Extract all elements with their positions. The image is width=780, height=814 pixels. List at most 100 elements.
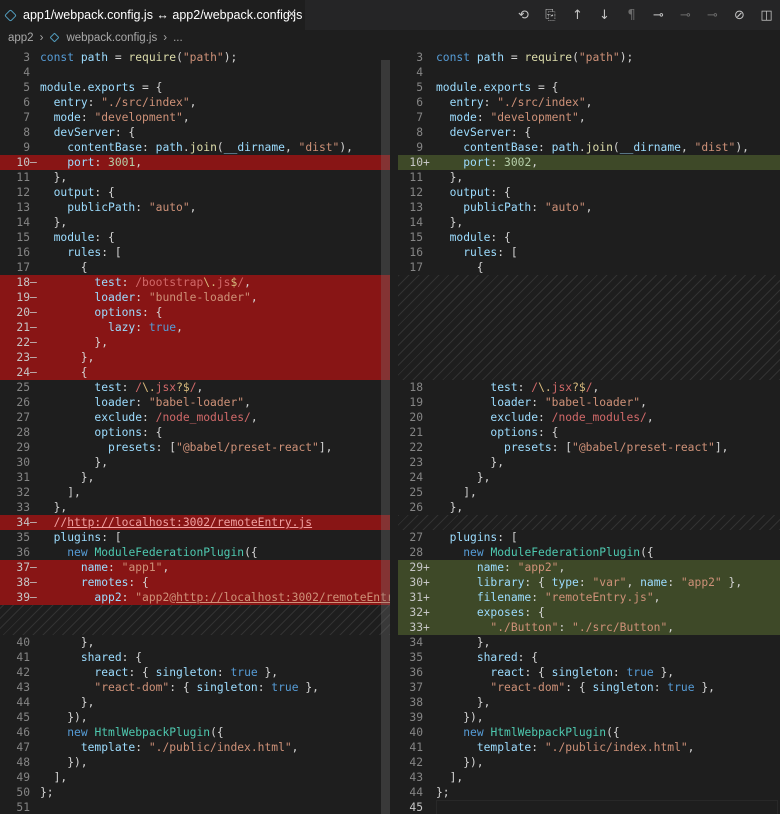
code-line[interactable]: 39 }), bbox=[398, 710, 780, 725]
code-line[interactable]: 49 ], bbox=[0, 770, 390, 785]
code-line[interactable]: 11 }, bbox=[0, 170, 390, 185]
deleted-line[interactable]: 24— { bbox=[0, 365, 390, 380]
split-editor-icon[interactable]: ◫ bbox=[753, 0, 780, 30]
code-line[interactable]: 17 { bbox=[398, 260, 780, 275]
deleted-line[interactable]: 20— options: { bbox=[0, 305, 390, 320]
code-line[interactable]: 38 }, bbox=[398, 695, 780, 710]
code-line[interactable]: 25 ], bbox=[398, 485, 780, 500]
code-line[interactable]: 36 react: { singleton: true }, bbox=[398, 665, 780, 680]
deleted-line[interactable]: 23— }, bbox=[0, 350, 390, 365]
code-line[interactable]: 19 loader: "babel-loader", bbox=[398, 395, 780, 410]
deleted-line[interactable]: 19— loader: "bundle-loader", bbox=[0, 290, 390, 305]
code-line[interactable]: 24 }, bbox=[398, 470, 780, 485]
code-line[interactable]: 46 new HtmlWebpackPlugin({ bbox=[0, 725, 390, 740]
code-line[interactable]: 6 entry: "./src/index", bbox=[398, 95, 780, 110]
code-line[interactable]: 21 options: { bbox=[398, 425, 780, 440]
code-line[interactable]: 12 output: { bbox=[398, 185, 780, 200]
code-line[interactable]: 50}; bbox=[0, 785, 390, 800]
code-line[interactable]: 22 presets: ["@babel/preset-react"], bbox=[398, 440, 780, 455]
added-line[interactable]: 29 + name: "app2", bbox=[398, 560, 780, 575]
code-line[interactable]: 26 loader: "babel-loader", bbox=[0, 395, 390, 410]
code-line[interactable]: 31 }, bbox=[0, 470, 390, 485]
code-line[interactable]: 18 test: /\.jsx?$/, bbox=[398, 380, 780, 395]
open-file-icon[interactable]: ⎘ bbox=[537, 0, 564, 30]
code-line[interactable]: 42 }), bbox=[398, 755, 780, 770]
code-line[interactable]: 41 template: "./public/index.html", bbox=[398, 740, 780, 755]
code-line[interactable]: 44 }, bbox=[0, 695, 390, 710]
deleted-line[interactable]: 21— lazy: true, bbox=[0, 320, 390, 335]
vertical-scrollbar[interactable] bbox=[381, 60, 390, 814]
added-line[interactable]: 30 + library: { type: "var", name: "app2"… bbox=[398, 575, 780, 590]
git-commit-dim-icon[interactable]: ⊸ bbox=[672, 0, 699, 30]
code-line[interactable]: 28 new ModuleFederationPlugin({ bbox=[398, 545, 780, 560]
code-line[interactable]: 40 }, bbox=[0, 635, 390, 650]
code-line[interactable]: 29 presets: ["@babel/preset-react"], bbox=[0, 440, 390, 455]
whitespace-icon[interactable]: ¶ bbox=[618, 0, 645, 30]
added-line[interactable]: 32 + exposes: { bbox=[398, 605, 780, 620]
code-line[interactable]: 4 bbox=[398, 65, 780, 80]
git-compare-icon[interactable]: ⊘ bbox=[726, 0, 753, 30]
code-line[interactable]: 6 entry: "./src/index", bbox=[0, 95, 390, 110]
added-line[interactable]: 31 + filename: "remoteEntry.js", bbox=[398, 590, 780, 605]
added-line[interactable]: 10 + port: 3002, bbox=[398, 155, 780, 170]
code-line[interactable]: 16 rules: [ bbox=[398, 245, 780, 260]
added-line[interactable]: 33 + "./Button": "./src/Button", bbox=[398, 620, 780, 635]
code-line[interactable]: 14 }, bbox=[0, 215, 390, 230]
breadcrumb-folder[interactable]: app2 bbox=[8, 32, 34, 44]
code-line[interactable]: 33 }, bbox=[0, 500, 390, 515]
close-icon[interactable]: × bbox=[286, 7, 297, 22]
code-line[interactable]: 30 }, bbox=[0, 455, 390, 470]
code-line[interactable]: 13 publicPath: "auto", bbox=[398, 200, 780, 215]
code-line[interactable]: 51 bbox=[0, 800, 390, 814]
modified-editor-pane[interactable]: 3 const path = require("path"); 4 5 module.e… bbox=[398, 45, 780, 814]
code-line[interactable]: 27 exclude: /node_modules/, bbox=[0, 410, 390, 425]
breadcrumb-more[interactable]: ... bbox=[173, 32, 183, 44]
code-line[interactable]: 37 "react-dom": { singleton: true }, bbox=[398, 680, 780, 695]
code-line[interactable]: 3 const path = require("path"); bbox=[398, 50, 780, 65]
breadcrumb-file[interactable]: webpack.config.js bbox=[66, 32, 157, 44]
code-line[interactable]: 43 "react-dom": { singleton: true }, bbox=[0, 680, 390, 695]
code-line[interactable]: 7 mode: "development", bbox=[0, 110, 390, 125]
code-line[interactable]: 15 module: { bbox=[398, 230, 780, 245]
code-line[interactable]: 20 exclude: /node_modules/, bbox=[398, 410, 780, 425]
code-line[interactable]: 14 }, bbox=[398, 215, 780, 230]
deleted-line[interactable]: 38— remotes: { bbox=[0, 575, 390, 590]
deleted-line[interactable]: 34— //http://localhost:3002/remoteEntry.… bbox=[0, 515, 390, 530]
code-line[interactable]: 35 plugins: [ bbox=[0, 530, 390, 545]
git-commit-dim2-icon[interactable]: ⊸ bbox=[699, 0, 726, 30]
code-line[interactable]: 11 }, bbox=[398, 170, 780, 185]
code-line[interactable]: 47 template: "./public/index.html", bbox=[0, 740, 390, 755]
code-line[interactable]: 40 new HtmlWebpackPlugin({ bbox=[398, 725, 780, 740]
original-editor-pane[interactable]: 3 const path = require("path"); 4 5 module.e… bbox=[0, 45, 390, 814]
code-line[interactable]: 7 mode: "development", bbox=[398, 110, 780, 125]
code-line[interactable]: 26 }, bbox=[398, 500, 780, 515]
deleted-line[interactable]: 37— name: "app1", bbox=[0, 560, 390, 575]
code-line[interactable]: 48 }), bbox=[0, 755, 390, 770]
code-line[interactable]: 17 { bbox=[0, 260, 390, 275]
code-line[interactable]: 41 shared: { bbox=[0, 650, 390, 665]
tab-diff-editor[interactable]: app1/webpack.config.js ↔ app2/webpack.co… bbox=[0, 0, 305, 30]
deleted-line[interactable]: 10— port: 3001, bbox=[0, 155, 390, 170]
code-line[interactable]: 25 test: /\.jsx?$/, bbox=[0, 380, 390, 395]
code-line[interactable]: 5 module.exports = { bbox=[0, 80, 390, 95]
deleted-line[interactable]: 18— test: /bootstrap\.js$/, bbox=[0, 275, 390, 290]
git-commit-icon[interactable]: ⊸ bbox=[645, 0, 672, 30]
code-line[interactable]: 5 module.exports = { bbox=[398, 80, 780, 95]
code-line[interactable]: 13 publicPath: "auto", bbox=[0, 200, 390, 215]
code-line[interactable]: 43 ], bbox=[398, 770, 780, 785]
code-line[interactable]: 32 ], bbox=[0, 485, 390, 500]
code-line[interactable]: 12 output: { bbox=[0, 185, 390, 200]
code-line[interactable]: 44}; bbox=[398, 785, 780, 800]
next-change-icon[interactable]: ↓ bbox=[591, 0, 618, 30]
code-line[interactable]: 8 devServer: { bbox=[398, 125, 780, 140]
code-line[interactable]: 4 bbox=[0, 65, 390, 80]
code-line[interactable]: 28 options: { bbox=[0, 425, 390, 440]
previous-change-icon[interactable]: ↑ bbox=[564, 0, 591, 30]
code-line[interactable]: 34 }, bbox=[398, 635, 780, 650]
deleted-line[interactable]: 22— }, bbox=[0, 335, 390, 350]
code-line[interactable]: 35 shared: { bbox=[398, 650, 780, 665]
code-line[interactable]: 9 contentBase: path.join(__dirname, "dis… bbox=[398, 140, 780, 155]
history-icon[interactable]: ⟲ bbox=[510, 0, 537, 30]
code-line[interactable]: 45 }), bbox=[0, 710, 390, 725]
code-line[interactable]: 36 new ModuleFederationPlugin({ bbox=[0, 545, 390, 560]
